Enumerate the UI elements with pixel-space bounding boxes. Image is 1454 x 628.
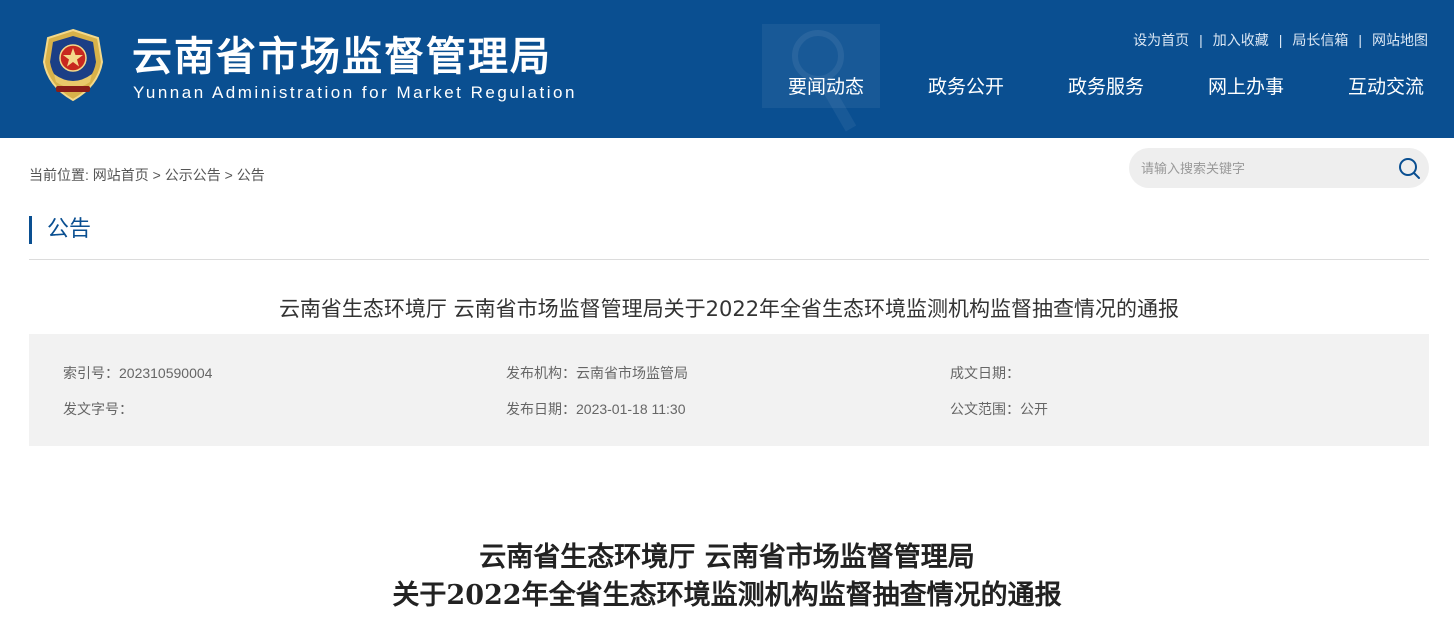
breadcrumb-announcement[interactable]: 公告 [237,167,265,183]
nav-item-government-services[interactable]: 政务服务 [1068,72,1144,99]
nav-item-news[interactable]: 要闻动态 [788,72,864,99]
nav-item-government-affairs[interactable]: 政务公开 [928,72,1004,99]
top-link-separator: | [1199,32,1203,48]
market-regulation-emblem-icon[interactable] [38,28,108,102]
site-header: 云南省市场监督管理局 Yunnan Administration for Mar… [0,0,1454,138]
section-divider [29,259,1429,260]
top-link-separator: | [1278,32,1283,48]
top-links: 设为首页 | 加入收藏 | 局长信箱 | 网站地图 [1133,30,1428,50]
director-mailbox-link[interactable]: 局长信箱 [1292,32,1348,48]
section-title: 公告 [29,216,91,244]
document-title-line-1: 云南省生态环境厅 云南省市场监督管理局 [479,542,975,573]
site-title[interactable]: 云南省市场监督管理局 [132,24,552,82]
top-link-separator: | [1358,32,1362,48]
nav-item-interaction[interactable]: 互动交流 [1348,72,1424,99]
meta-publisher: 发布机构：云南省市场监管局 [506,365,688,381]
breadcrumb-separator: > [224,167,233,183]
add-favorite-link[interactable]: 加入收藏 [1213,32,1269,48]
meta-document-number: 发文字号： [63,401,133,417]
article-heading: 云南省生态环境厅 云南省市场监督管理局关于2022年全省生态环境监测机构监督抽查… [278,297,1180,321]
meta-publish-date: 发布日期：2023-01-18 11:30 [506,401,686,417]
breadcrumb-notices[interactable]: 公示公告 [165,167,221,183]
breadcrumb-prefix: 当前位置: [29,167,89,183]
search-icon[interactable] [1397,156,1421,180]
breadcrumb: 当前位置: 网站首页 > 公示公告 > 公告 [29,165,265,185]
nav-item-online-services[interactable]: 网上办事 [1208,72,1284,99]
meta-scope: 公文范围：公开 [950,401,1048,417]
site-map-link[interactable]: 网站地图 [1372,32,1428,48]
breadcrumb-home[interactable]: 网站首页 [93,167,149,183]
document-title-line-2: 关于2022年全省生态环境监测机构监督抽查情况的通报 [392,580,1062,611]
article-meta-box: 索引号：202310590004 发布机构：云南省市场监管局 成文日期： 发文字… [29,334,1429,446]
set-homepage-link[interactable]: 设为首页 [1133,32,1189,48]
search-input[interactable] [1141,148,1381,188]
site-subtitle: Yunnan Administration for Market Regulat… [133,83,577,102]
meta-written-date: 成文日期： [950,365,1020,381]
meta-index-number: 索引号：202310590004 [63,365,213,381]
search-box [1129,148,1429,188]
breadcrumb-separator: > [152,167,161,183]
